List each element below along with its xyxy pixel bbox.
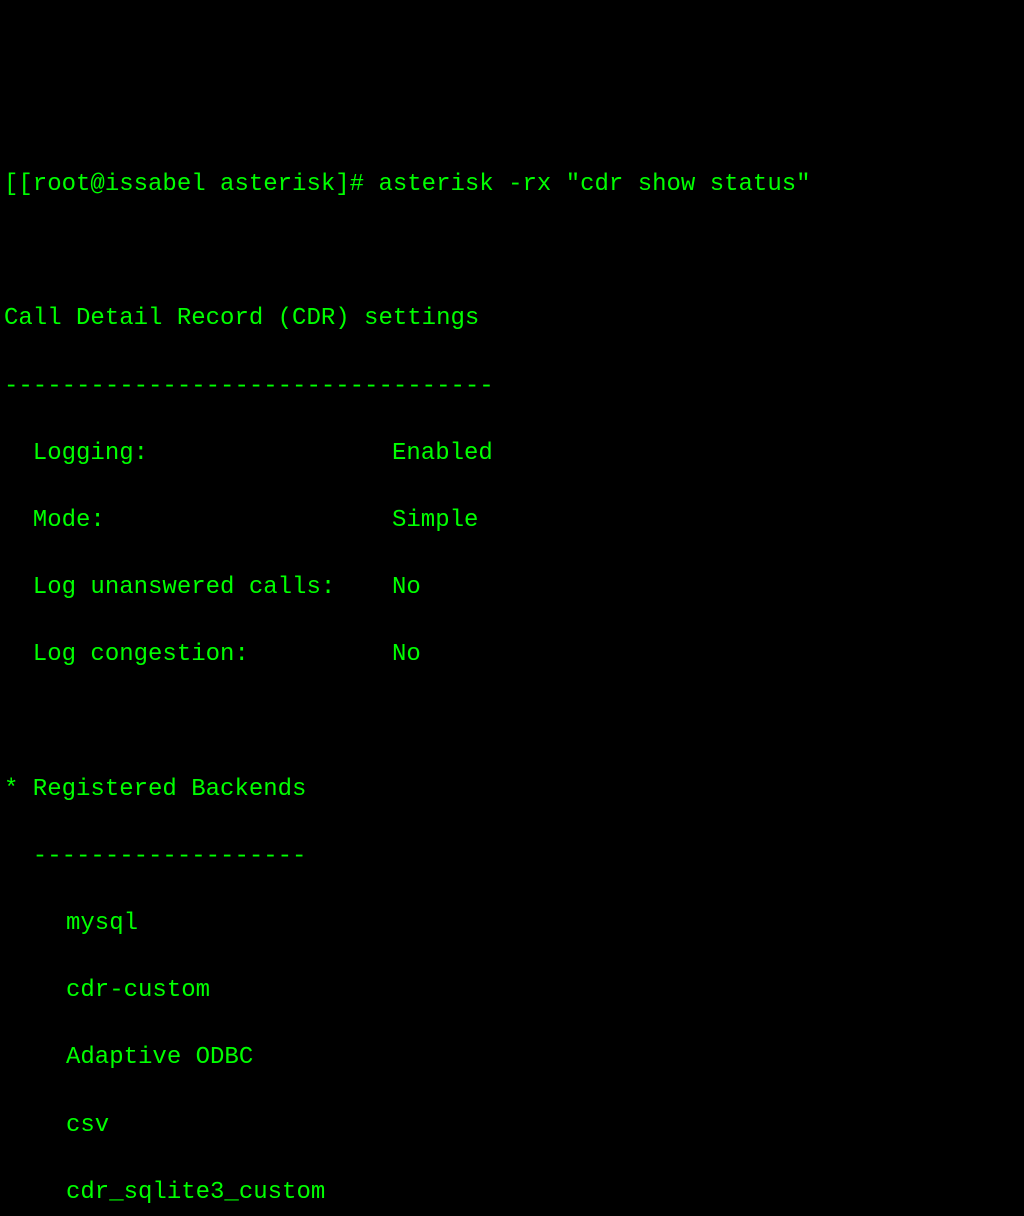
section-divider: ---------------------------------- [4, 370, 1020, 404]
backends-title: * Registered Backends [4, 773, 1020, 807]
setting-value: Enabled [392, 440, 493, 467]
command-text: asterisk -rx "cdr show status" [378, 171, 810, 198]
setting-value: No [392, 574, 421, 601]
backends-divider: ------------------- [4, 840, 1020, 874]
prompt-line: [[root@issabel asterisk]# asterisk -rx "… [4, 168, 1020, 202]
backend-item: csv [4, 1109, 1020, 1143]
shell-prompt: [root@issabel asterisk]# [18, 171, 378, 198]
blank-line [4, 705, 1020, 739]
setting-value: Simple [392, 507, 478, 534]
setting-label: Logging: [4, 437, 392, 471]
prompt-bracket: [ [4, 171, 18, 198]
section-title: Call Detail Record (CDR) settings [4, 302, 1020, 336]
setting-label: Mode: [4, 504, 392, 538]
blank-line [4, 235, 1020, 269]
backend-item: cdr-custom [4, 974, 1020, 1008]
backend-item: mysql [4, 907, 1020, 941]
setting-row: Log unanswered calls:No [4, 571, 1020, 605]
setting-row: Log congestion:No [4, 638, 1020, 672]
backend-item: cdr_sqlite3_custom [4, 1176, 1020, 1210]
terminal-output[interactable]: [[root@issabel asterisk]# asterisk -rx "… [0, 134, 1024, 1216]
setting-label: Log unanswered calls: [4, 571, 392, 605]
setting-value: No [392, 641, 421, 668]
setting-row: Mode:Simple [4, 504, 1020, 538]
setting-label: Log congestion: [4, 638, 392, 672]
setting-row: Logging:Enabled [4, 437, 1020, 471]
backend-item: Adaptive ODBC [4, 1041, 1020, 1075]
